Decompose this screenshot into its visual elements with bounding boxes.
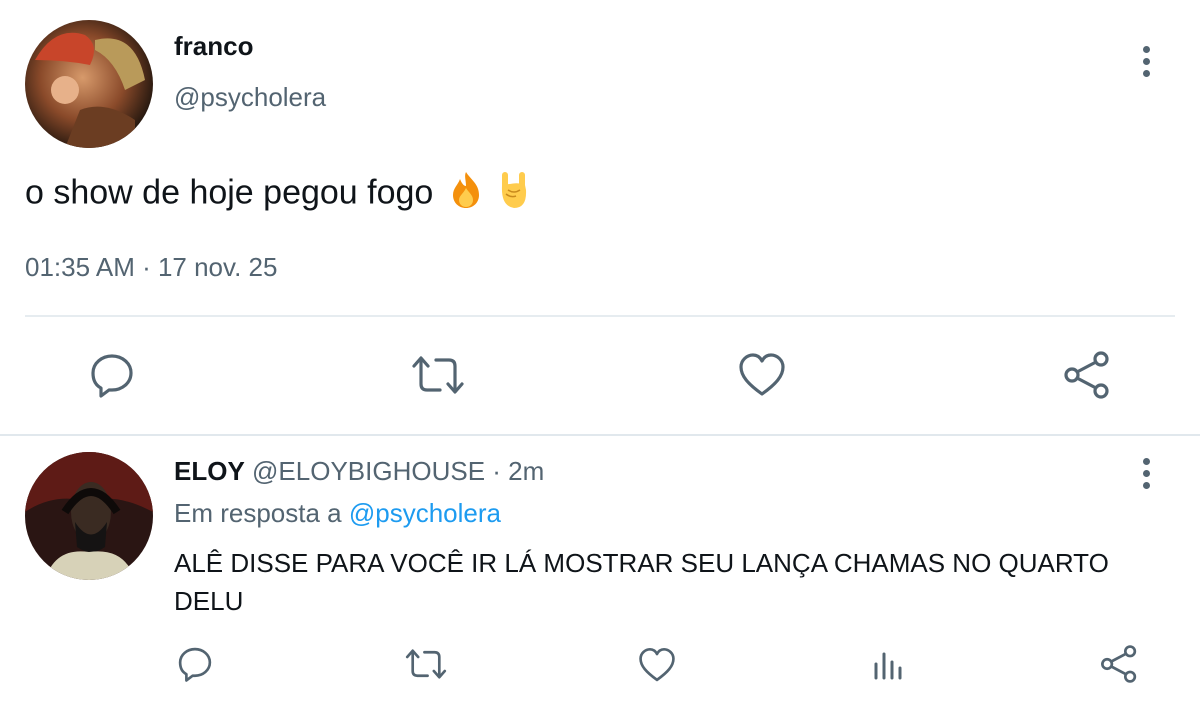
main-tweet: franco @psycholera o show de hoje pegou … <box>0 0 1200 436</box>
reply-avatar[interactable] <box>25 452 153 580</box>
share-icon[interactable] <box>1100 644 1138 689</box>
reply-context: Em resposta a @psycholera <box>174 498 501 529</box>
display-name[interactable]: franco <box>174 31 253 62</box>
reply-dot-separator: · <box>485 456 509 486</box>
fire-emoji <box>449 170 483 219</box>
retweet-icon[interactable] <box>410 352 466 403</box>
tweet-separator <box>0 434 1200 436</box>
rock-hand-emoji <box>498 170 530 219</box>
reply-time[interactable]: 2m <box>508 456 544 486</box>
share-icon[interactable] <box>1063 350 1111 405</box>
reply-author-line[interactable]: ELOY @ELOYBIGHOUSE · 2m <box>174 456 544 487</box>
tweet-timestamp[interactable]: 01:35 AM · 17 nov. 25 <box>25 252 277 283</box>
more-options-icon[interactable] <box>1141 46 1151 77</box>
reply-icon[interactable] <box>89 352 135 403</box>
reply-prefix: Em resposta a <box>174 498 349 528</box>
like-icon[interactable] <box>638 647 676 688</box>
avatar[interactable] <box>25 20 153 148</box>
reply-text: ALÊ DISSE PARA VOCÊ IR LÁ MOSTRAR SEU LA… <box>174 548 1109 616</box>
more-options-icon[interactable] <box>1141 458 1151 489</box>
reply-to-link[interactable]: @psycholera <box>349 498 501 528</box>
user-handle[interactable]: @psycholera <box>174 82 326 113</box>
reply-display-name[interactable]: ELOY <box>174 456 245 486</box>
tweet-text-content: o show de hoje pegou fogo <box>25 173 434 212</box>
divider <box>25 315 1175 317</box>
tweet-text: o show de hoje pegou fogo <box>25 170 530 219</box>
reply-handle[interactable]: @ELOYBIGHOUSE <box>252 456 485 486</box>
analytics-icon[interactable] <box>872 648 904 685</box>
like-icon[interactable] <box>738 352 786 403</box>
reply-icon[interactable] <box>177 646 213 687</box>
retweet-icon[interactable] <box>404 646 448 687</box>
